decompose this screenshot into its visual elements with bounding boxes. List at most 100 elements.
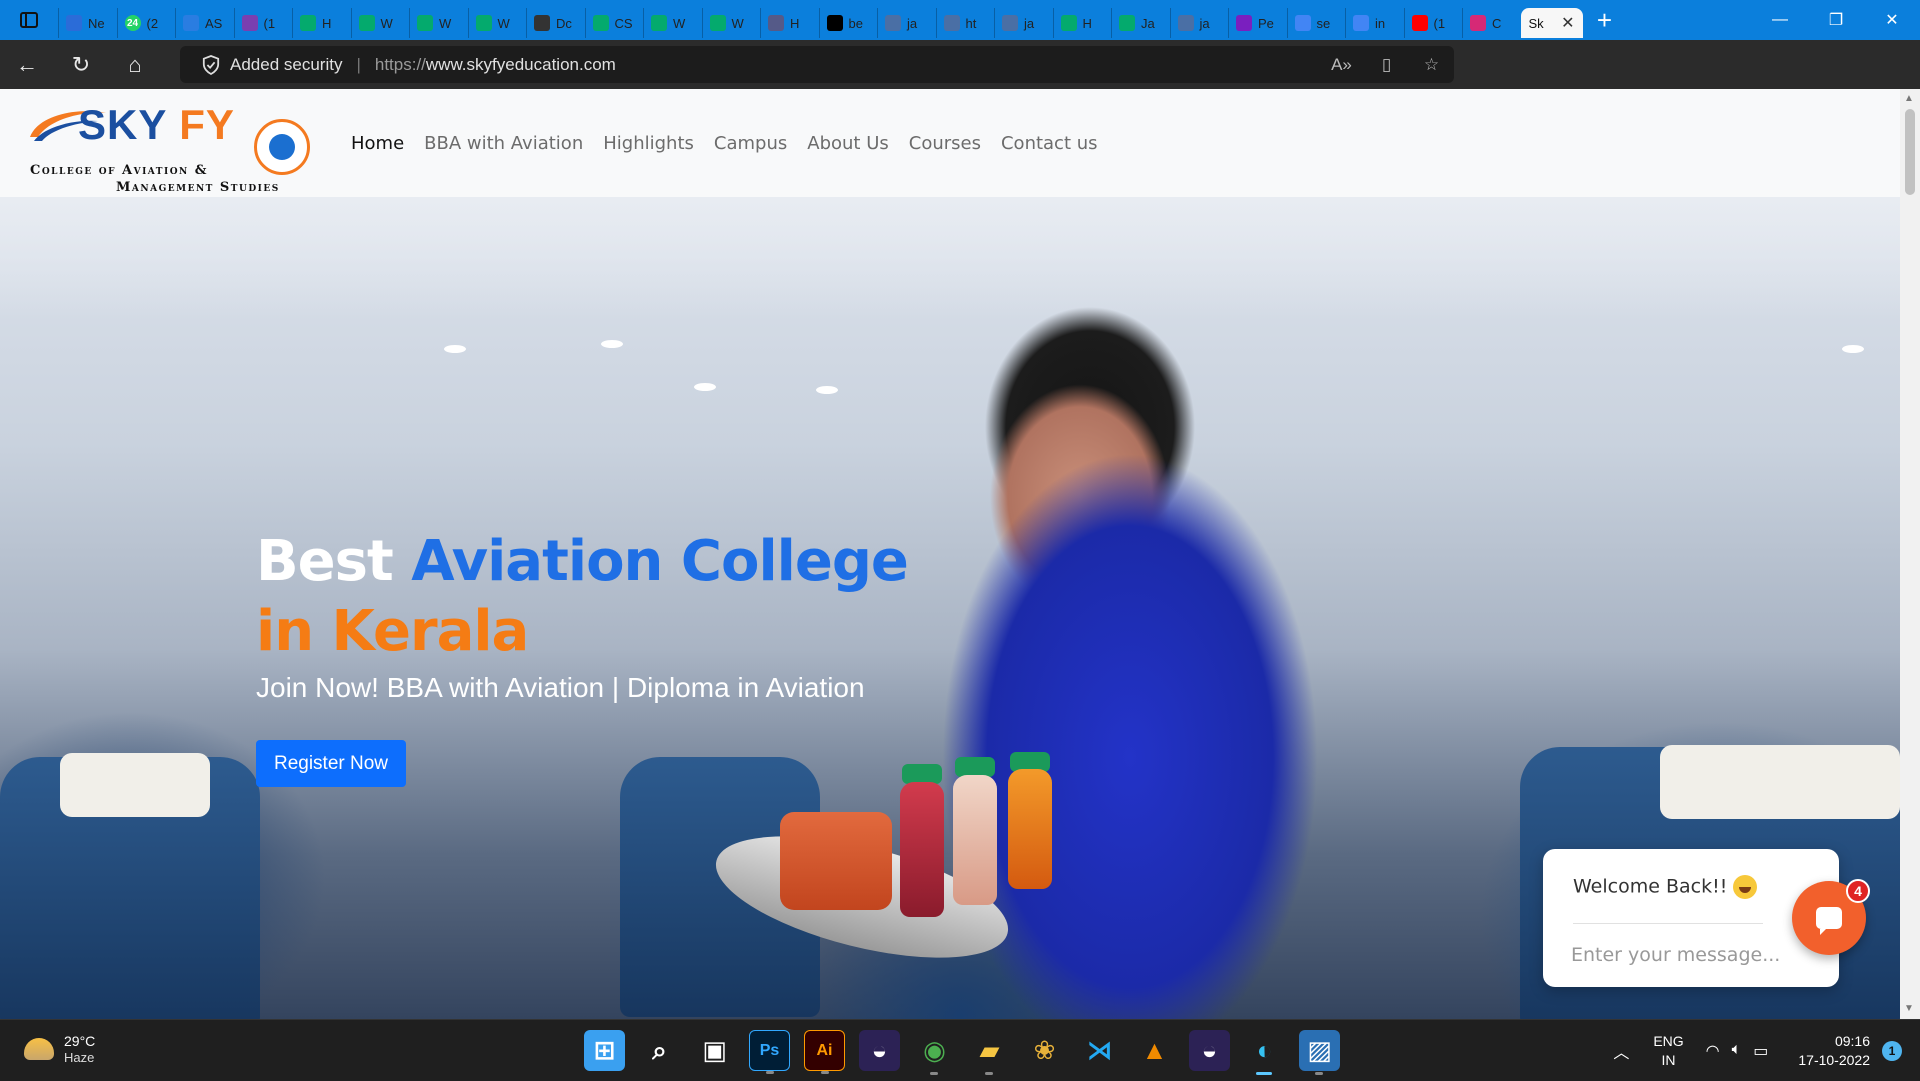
browser-tab-label: W: [380, 15, 393, 31]
chrome-icon[interactable]: ◉: [914, 1030, 955, 1075]
file-explorer-icon[interactable]: ▰: [969, 1030, 1010, 1075]
clock-time: 09:16: [1834, 1032, 1870, 1049]
w3-icon: [709, 15, 726, 31]
security-label[interactable]: Added security: [230, 55, 342, 75]
volume-icon[interactable]: 🔈︎: [1732, 1041, 1742, 1061]
browser-tab[interactable]: (1: [1403, 8, 1463, 38]
html-icon: [768, 15, 784, 31]
browser-tab[interactable]: ht: [935, 8, 995, 38]
hero-title-white: Best: [256, 529, 394, 594]
browser-tab-label: AS: [205, 15, 223, 31]
browser-tab[interactable]: 24 (2: [116, 8, 176, 38]
nav-link-contact-us[interactable]: Contact us: [1001, 133, 1098, 154]
new-tab-button[interactable]: +: [1583, 0, 1627, 40]
minimize-button[interactable]: —: [1752, 0, 1808, 40]
browser-tab[interactable]: CS: [584, 8, 644, 38]
tab-active[interactable]: Sk ✕: [1520, 8, 1583, 38]
browser-tab[interactable]: Ne: [58, 8, 117, 38]
chat-message-input[interactable]: [1571, 937, 1791, 973]
task-view-icon[interactable]: ▣: [694, 1030, 735, 1071]
close-window-button[interactable]: ✕: [1864, 0, 1920, 40]
illustrator-icon[interactable]: Ai: [804, 1030, 845, 1074]
browser-tab[interactable]: Dc: [526, 8, 585, 38]
browser-tab[interactable]: be: [818, 8, 878, 38]
register-now-button[interactable]: Register Now: [256, 740, 406, 787]
wifi-icon[interactable]: ◠: [1706, 1041, 1720, 1061]
browser-tab[interactable]: AS: [175, 8, 234, 38]
read-aloud-icon[interactable]: A»: [1319, 55, 1364, 75]
browser-tab[interactable]: W: [467, 8, 527, 38]
clock[interactable]: 09:16 17-10-2022: [1798, 1032, 1870, 1070]
juice-bottle: [1008, 769, 1052, 889]
browser-tab[interactable]: W: [701, 8, 761, 38]
system-icons[interactable]: ◠ 🔈︎ ▭: [1706, 1041, 1769, 1061]
eclipse-icon-2[interactable]: ◒: [1189, 1030, 1230, 1071]
page-scrollbar[interactable]: ▲ ▼: [1900, 89, 1920, 1019]
back-button[interactable]: ←: [0, 40, 54, 89]
close-tab-icon[interactable]: ✕: [1561, 13, 1574, 33]
show-hidden-icons-icon[interactable]: ︿: [1613, 1039, 1629, 1063]
weather-condition: Haze: [64, 1050, 95, 1065]
fruit-app-icon[interactable]: ❀: [1024, 1030, 1065, 1071]
clock-date: 17-10-2022: [1798, 1051, 1870, 1068]
notification-badge[interactable]: 1: [1882, 1040, 1902, 1061]
photoshop-icon[interactable]: Ps: [749, 1030, 790, 1074]
chat-welcome-message: Welcome Back!!: [1573, 875, 1758, 899]
vlc-icon[interactable]: ▲: [1134, 1030, 1175, 1071]
language-indicator[interactable]: ENG IN: [1653, 1032, 1683, 1070]
eclipse-icon[interactable]: ◒: [859, 1030, 900, 1071]
scroll-down-arrow-icon[interactable]: ▼: [1904, 1003, 1914, 1014]
shield-icon[interactable]: [202, 54, 220, 75]
browser-tab[interactable]: in: [1345, 8, 1404, 38]
site-logo[interactable]: SKY FY College of Aviation & Management …: [28, 99, 318, 195]
browser-tab[interactable]: C: [1462, 8, 1521, 38]
photos-icon[interactable]: ▨: [1299, 1030, 1340, 1075]
browser-tab[interactable]: se: [1286, 8, 1346, 38]
home-button[interactable]: ⌂: [108, 40, 162, 89]
browser-tab[interactable]: Ja: [1111, 8, 1170, 38]
chat-welcome-text: Welcome Back!!: [1573, 875, 1728, 898]
browser-tab[interactable]: ja: [1169, 8, 1229, 38]
browser-tab[interactable]: ja: [994, 8, 1053, 38]
browser-tab[interactable]: Pe: [1228, 8, 1287, 38]
edge-icon[interactable]: ◐: [1244, 1030, 1285, 1075]
refresh-button[interactable]: ↻: [54, 40, 108, 89]
nav-link-courses[interactable]: Courses: [909, 133, 981, 154]
browser-tab[interactable]: ja: [877, 8, 936, 38]
nav-link-about-us[interactable]: About Us: [807, 133, 889, 154]
address-bar[interactable]: Added security | https:// www.skyfyeduca…: [180, 46, 1454, 83]
w3-icon: [651, 15, 667, 31]
search-icon[interactable]: ⌕: [639, 1030, 680, 1071]
immersive-reader-icon[interactable]: ▯: [1364, 55, 1409, 75]
browser-tab[interactable]: (1: [233, 8, 293, 38]
nav-link-bba-with-aviation[interactable]: BBA with Aviation: [424, 133, 583, 154]
address-bar-actions: A» ▯ ☆: [1319, 46, 1454, 83]
juice-bottle: [900, 782, 944, 917]
windows-start-icon[interactable]: ⊞: [584, 1030, 625, 1071]
browser-tab-label: be: [848, 15, 863, 31]
browser-tab[interactable]: H: [760, 8, 819, 38]
add-favorite-icon[interactable]: ☆: [1409, 55, 1454, 75]
nav-link-highlights[interactable]: Highlights: [603, 133, 694, 154]
running-indicator: [821, 1071, 829, 1074]
weather-widget[interactable]: 29°C Haze: [24, 1032, 95, 1065]
chat-bubble-icon: [1816, 907, 1842, 935]
browser-tab[interactable]: W: [350, 8, 410, 38]
bootstrap-icon: [1236, 15, 1252, 31]
browser-tab[interactable]: H: [292, 8, 351, 38]
scroll-up-arrow-icon[interactable]: ▲: [1904, 93, 1914, 104]
vscode-icon[interactable]: ⋊: [1079, 1030, 1120, 1071]
restore-button[interactable]: ❐: [1808, 0, 1864, 40]
instagram-icon: [1470, 15, 1486, 31]
battery-icon[interactable]: ▭: [1753, 1041, 1768, 1061]
browser-tab[interactable]: W: [409, 8, 468, 38]
browser-tab-label: in: [1375, 15, 1386, 31]
medium-icon: [826, 15, 843, 31]
scrollbar-thumb[interactable]: [1905, 109, 1915, 195]
web-page: SKY FY College of Aviation & Management …: [0, 89, 1920, 1019]
nav-link-campus[interactable]: Campus: [714, 133, 787, 154]
tab-actions-menu-icon[interactable]: [0, 0, 58, 40]
browser-tab[interactable]: W: [643, 8, 702, 38]
browser-tab[interactable]: H: [1052, 8, 1112, 38]
nav-link-home[interactable]: Home: [351, 133, 404, 154]
